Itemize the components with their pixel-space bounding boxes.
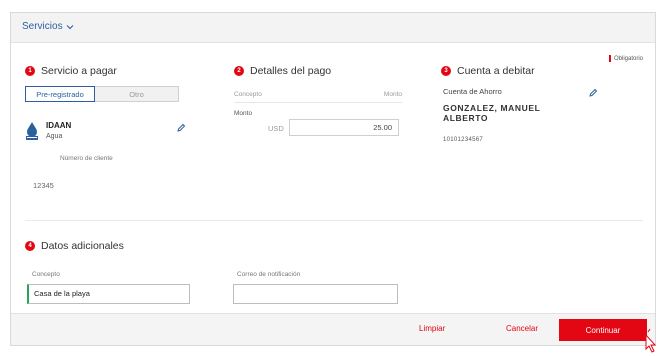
edit-account-icon[interactable]	[589, 88, 598, 97]
section-servicio-label: Servicio a pagar	[41, 65, 117, 77]
required-label: Obligatorio	[613, 55, 643, 62]
services-dropdown-label: Servicios	[22, 21, 63, 32]
payment-details-header: Concepto Monto	[234, 89, 402, 103]
section-adicionales-label: Datos adicionales	[41, 240, 124, 252]
required-legend: Obligatorio	[608, 55, 643, 62]
service-name: IDAAN	[46, 121, 72, 130]
service-text: IDAAN Agua	[46, 121, 71, 141]
step-3-badge: 3	[441, 66, 451, 76]
account-holder-line1: GONZALEZ, MANUEL	[443, 103, 541, 113]
concept-input[interactable]: Casa de la playa	[27, 284, 190, 304]
idaan-logo	[25, 121, 39, 141]
account-holder: GONZALEZ, MANUEL ALBERTO	[443, 103, 573, 123]
card-header: Servicios	[11, 13, 655, 43]
concept-column-header: Concepto	[234, 91, 262, 98]
notification-email-input[interactable]	[233, 284, 398, 304]
section-divider	[25, 220, 643, 221]
section-cuenta-label: Cuenta a debitar	[457, 65, 535, 77]
tab-otro[interactable]: Otro	[95, 86, 179, 102]
water-drop-icon	[26, 122, 38, 140]
section-detalles-label: Detalles del pago	[250, 65, 332, 77]
continue-button[interactable]: Continuar	[559, 319, 647, 341]
services-dropdown[interactable]: Servicios	[22, 21, 74, 32]
section-cuenta-title: 3 Cuenta a debitar	[441, 65, 535, 77]
action-bar: Limpiar Cancelar Continuar	[11, 313, 655, 345]
currency-label: USD	[268, 124, 284, 133]
tab-pre-registrado[interactable]: Pre-registrado	[25, 86, 95, 102]
page: Servicios Obligatorio 1 Servicio a pagar…	[0, 0, 665, 356]
client-number-label: Número de cliente	[60, 155, 113, 162]
chevron-down-icon	[66, 25, 73, 30]
step-1-badge: 1	[25, 66, 35, 76]
account-number: 10101234567	[443, 137, 484, 143]
click-cursor-icon	[639, 328, 657, 353]
edit-service-icon[interactable]	[177, 123, 186, 132]
step-2-badge: 2	[234, 66, 244, 76]
amount-label: Monto	[234, 110, 253, 117]
service-type: Agua	[46, 133, 63, 140]
email-field-label: Correo de notificación	[237, 271, 301, 278]
cancel-button[interactable]: Cancelar	[506, 324, 538, 333]
step-4-badge: 4	[25, 241, 35, 251]
clear-button[interactable]: Limpiar	[419, 324, 445, 333]
concept-field-label: Concepto	[32, 271, 60, 278]
section-servicio-title: 1 Servicio a pagar	[25, 65, 117, 77]
amount-input[interactable]: 25.00	[289, 119, 399, 136]
section-detalles-title: 2 Detalles del pago	[234, 65, 331, 77]
amount-column-header: Monto	[383, 91, 402, 98]
section-adicionales-title: 4 Datos adicionales	[25, 240, 124, 252]
client-number-value: 12345	[33, 181, 54, 190]
service-info: IDAAN Agua	[25, 121, 71, 141]
required-marker	[608, 55, 611, 62]
account-holder-line2: ALBERTO	[443, 113, 489, 123]
service-tabs: Pre-registrado Otro	[25, 86, 179, 102]
payment-card: Servicios Obligatorio 1 Servicio a pagar…	[10, 12, 656, 346]
account-type: Cuenta de Ahorro	[443, 87, 502, 96]
